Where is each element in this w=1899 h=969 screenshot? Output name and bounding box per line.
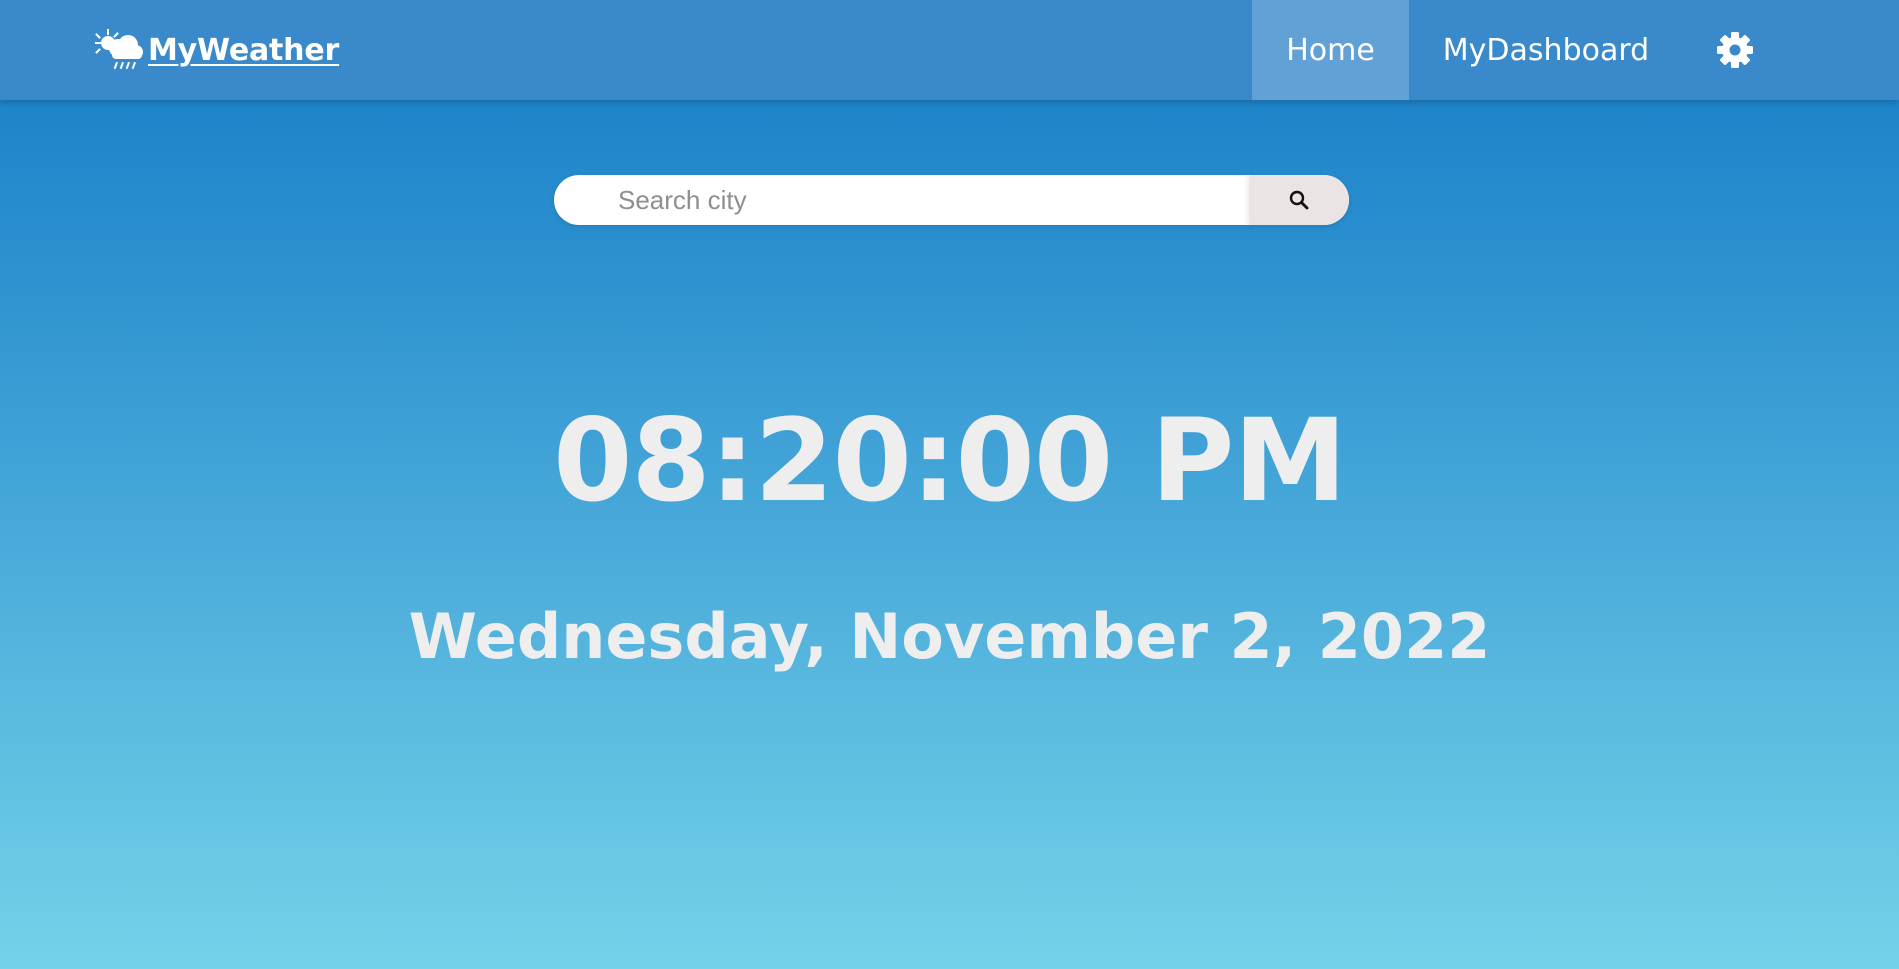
nav-home[interactable]: Home bbox=[1252, 0, 1409, 100]
navbar: MyWeather Home MyDashboard bbox=[0, 0, 1899, 100]
brand-name[interactable]: MyWeather bbox=[148, 33, 339, 68]
brand-link[interactable]: MyWeather bbox=[94, 26, 339, 74]
weather-sun-cloud-rain-icon bbox=[95, 29, 143, 70]
nav-mydashboard[interactable]: MyDashboard bbox=[1409, 0, 1683, 100]
search-icon bbox=[1289, 190, 1309, 210]
current-date: Wednesday, November 2, 2022 bbox=[408, 600, 1491, 673]
settings-button[interactable] bbox=[1710, 0, 1760, 100]
current-time: 08:20:00 PM bbox=[553, 394, 1347, 527]
gear-icon bbox=[1717, 32, 1753, 68]
search-input[interactable] bbox=[554, 175, 1249, 225]
search-button[interactable] bbox=[1249, 175, 1349, 225]
search-bar bbox=[554, 175, 1349, 225]
